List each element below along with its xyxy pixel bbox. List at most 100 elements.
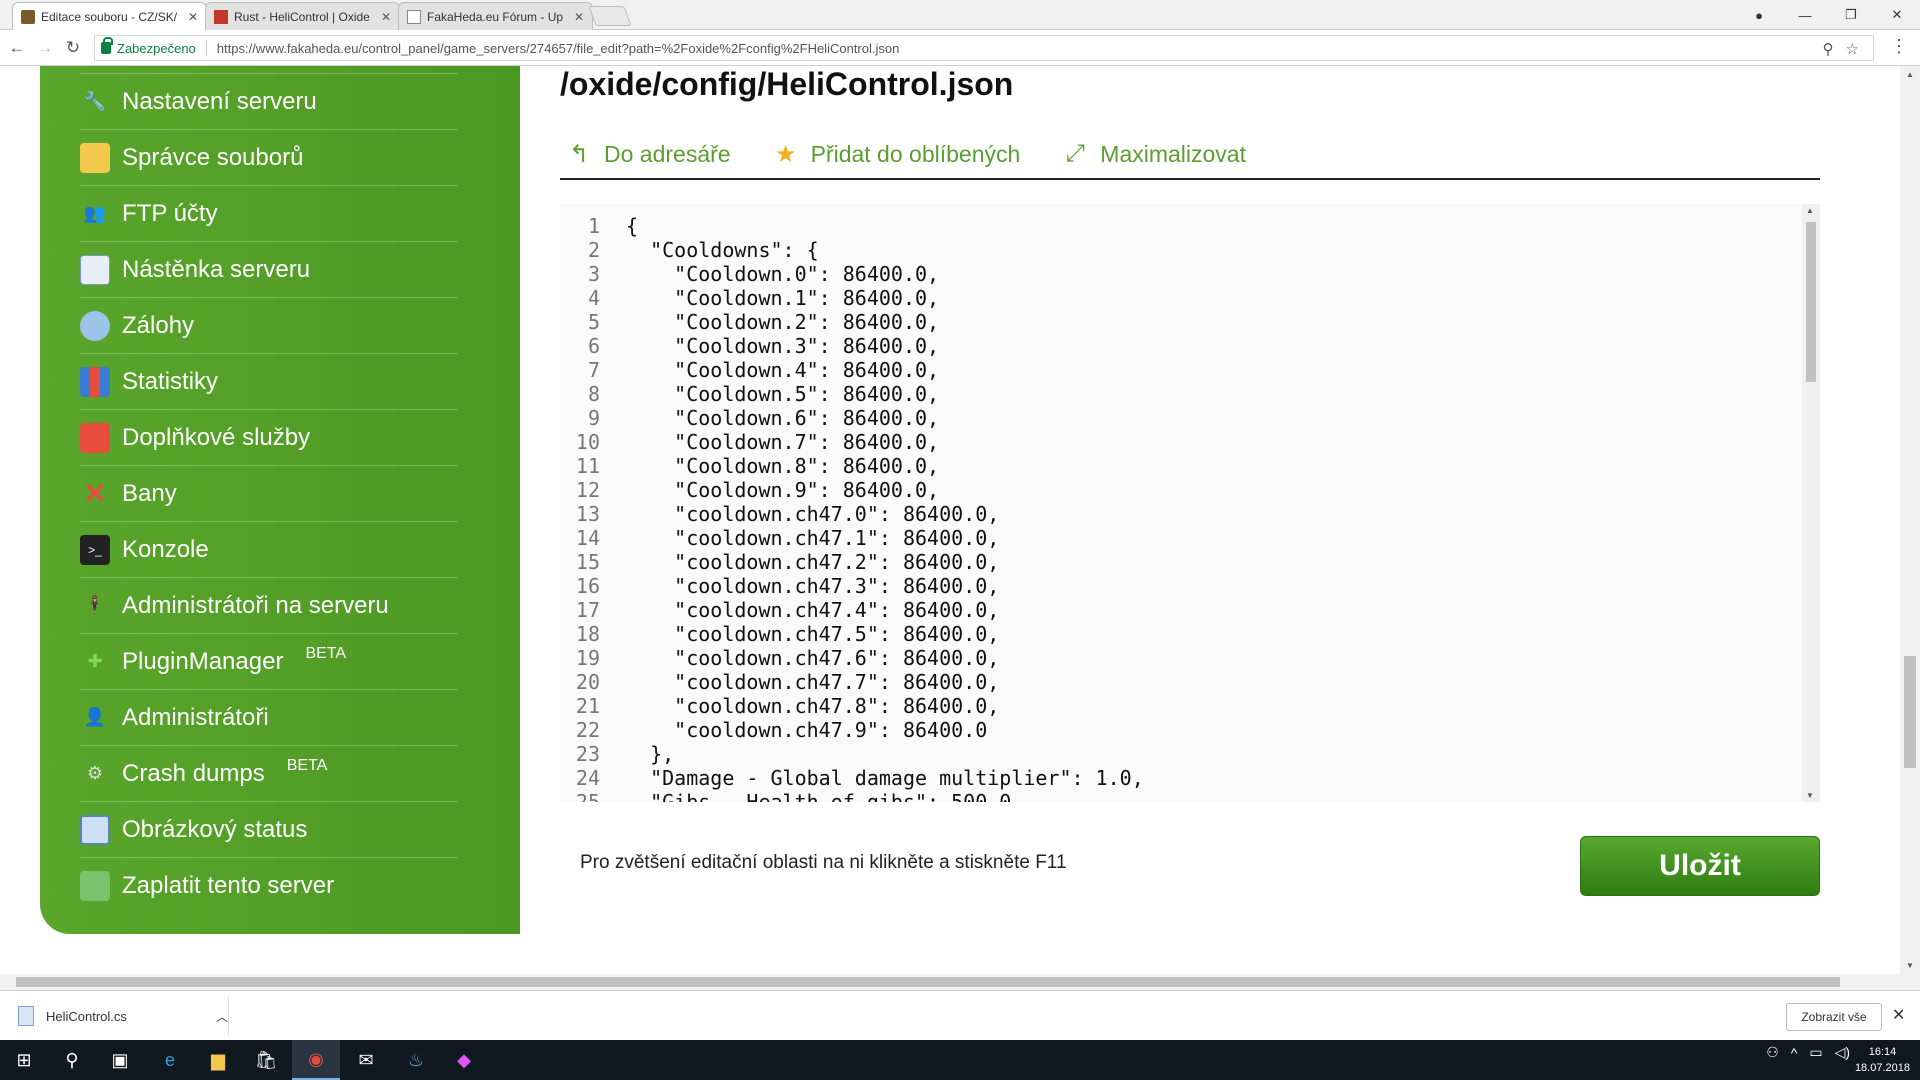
- download-filename: HeliControl.cs: [46, 1008, 127, 1024]
- new-tab-button[interactable]: [588, 6, 632, 26]
- line-number: 17: [575, 598, 600, 622]
- sidebar-menu: 🔧 Nastavení serveru Správce souborů 👥 FT…: [40, 66, 520, 934]
- line-number: 8: [587, 382, 600, 406]
- horizontal-scroll-thumb[interactable]: [16, 977, 1840, 987]
- line-number: 16: [575, 574, 600, 598]
- maximize-editor-button[interactable]: ⤢ Maximalizovat: [1060, 139, 1246, 169]
- chrome-icon[interactable]: ◉: [292, 1040, 340, 1080]
- sidebar-item-nastenka[interactable]: Nástěnka serveru: [80, 242, 458, 298]
- code-text[interactable]: { "Cooldowns": { "Cooldown.0": 86400.0, …: [626, 214, 1144, 802]
- sidebar-item-statistiky[interactable]: Statistiky: [80, 354, 458, 410]
- sidebar-item-doplnkove-sluzby[interactable]: Doplňkové služby: [80, 410, 458, 466]
- x-icon: ✕: [83, 478, 107, 509]
- close-window-button[interactable]: ✕: [1874, 0, 1920, 30]
- sidebar-item-label: PluginManager: [122, 647, 284, 675]
- sidebar-item-administratori[interactable]: 👤 Administrátoři: [80, 690, 458, 746]
- sidebar-item-spravce-souboru[interactable]: Správce souborů: [80, 130, 458, 186]
- admin-icon: 🕴: [83, 595, 107, 615]
- people-icon[interactable]: ⚇: [1766, 1044, 1779, 1061]
- editor-scrollbar[interactable]: ▲ ▼: [1802, 204, 1820, 802]
- start-windows-icon[interactable]: ⊞: [0, 1040, 48, 1080]
- tab-editace[interactable]: Editace souboru - CZ/SK/ ✕: [12, 2, 207, 31]
- sidebar-item-label: Administrátoři: [122, 703, 269, 731]
- bookmark-star-icon[interactable]: ☆: [1846, 40, 1859, 58]
- sidebar-item-administratori-na-serveru[interactable]: 🕴 Administrátoři na serveru: [80, 578, 458, 634]
- chevron-up-icon[interactable]: ^: [1791, 1045, 1798, 1061]
- sidebar-item-label: Správce souborů: [122, 143, 304, 171]
- gift-icon: [80, 422, 110, 453]
- edge-icon[interactable]: e: [146, 1040, 194, 1080]
- scroll-up-icon[interactable]: ▲: [1906, 70, 1914, 79]
- task-view-icon[interactable]: ▣: [96, 1040, 144, 1080]
- sidebar-item-nastaveni[interactable]: 🔧 Nastavení serveru: [80, 74, 458, 130]
- horizontal-scrollbar[interactable]: [0, 974, 1920, 990]
- line-number: 19: [575, 646, 600, 670]
- sidebar-item-konzole[interactable]: >_ Konzole: [80, 522, 458, 578]
- code-editor[interactable]: 1 2 3 4 5 6 7 8 9 10 11 12 13 14 15 16 17 18 19 20 21 22 23 24 2…: [560, 204, 1820, 802]
- sidebar-item-label: Doplňkové služby: [122, 423, 311, 451]
- back-arrow-icon[interactable]: ←: [6, 37, 28, 59]
- line-number: 10: [575, 430, 600, 454]
- mail-icon[interactable]: ✉: [342, 1040, 390, 1080]
- tab-rust[interactable]: Rust - HeliControl | Oxide ✕: [205, 2, 400, 30]
- close-download-bar-icon[interactable]: ✕: [1892, 1005, 1905, 1025]
- line-number: 4: [587, 286, 600, 310]
- editor-toolbar: ↰ Do adresáře ★ Přidat do oblíbených ⤢ M…: [560, 130, 1820, 180]
- download-item[interactable]: HeliControl.cs ︿: [18, 1001, 228, 1031]
- page-scrollbar[interactable]: ▲ ▼: [1900, 66, 1920, 974]
- secure-label: Zabezpečeno: [117, 40, 196, 56]
- left-column: 🔧 Nastavení serveru Správce souborů 👥 FT…: [0, 66, 525, 974]
- url-field[interactable]: Zabezpečeno https://www.fakaheda.eu/cont…: [94, 35, 1874, 61]
- maximize-button[interactable]: ❐: [1828, 0, 1874, 30]
- back-label: Do adresáře: [604, 140, 731, 167]
- sidebar-item-bany[interactable]: ✕ Bany: [80, 466, 458, 522]
- forward-arrow-icon[interactable]: →: [34, 37, 56, 59]
- sidebar-item-zalohy[interactable]: Zálohy: [80, 298, 458, 354]
- sidebar-item-zaplatit[interactable]: Zaplatit tento server: [80, 858, 458, 914]
- profile-icon[interactable]: ●: [1736, 0, 1782, 30]
- tab-forum[interactable]: FakaHeda.eu Fórum - Up ✕: [398, 2, 593, 30]
- volume-icon[interactable]: ◁): [1835, 1044, 1850, 1061]
- store-bag-icon[interactable]: 🛍: [242, 1040, 290, 1080]
- wrench-icon: 🔧: [83, 91, 107, 111]
- beta-badge: BETA: [305, 644, 347, 662]
- sidebar-item-pluginmanager[interactable]: ✚ PluginManager BETA: [80, 634, 458, 690]
- editor-scroll-thumb[interactable]: [1806, 222, 1816, 382]
- maps-pin-icon[interactable]: ◆: [440, 1040, 488, 1080]
- back-to-directory-button[interactable]: ↰ Do adresáře: [564, 139, 731, 169]
- clock[interactable]: 16:14 18.07.2018: [1855, 1044, 1910, 1076]
- scroll-up-icon[interactable]: ▲: [1806, 206, 1814, 215]
- scroll-down-icon[interactable]: ▼: [1906, 961, 1914, 970]
- steam-icon[interactable]: ♨: [392, 1040, 440, 1080]
- show-all-button[interactable]: Zobrazit vše: [1786, 1003, 1882, 1031]
- page-scroll-thumb[interactable]: [1904, 656, 1916, 768]
- chevron-up-icon[interactable]: ︿: [216, 1008, 228, 1025]
- close-tab-icon[interactable]: ✕: [574, 10, 584, 24]
- zoom-icon[interactable]: ⚲: [1823, 40, 1834, 58]
- omnibox-divider: [205, 40, 207, 56]
- sidebar-item-obrazkovy-status[interactable]: Obrázkový status: [80, 802, 458, 858]
- sidebar-item-label: Administrátoři na serveru: [122, 591, 389, 619]
- scroll-down-icon[interactable]: ▼: [1806, 791, 1814, 800]
- add-favorite-button[interactable]: ★ Přidat do oblíbených: [771, 139, 1020, 169]
- save-button[interactable]: Uložit: [1580, 836, 1820, 896]
- line-number: 24: [575, 766, 600, 790]
- expand-icon: ⤢: [1065, 140, 1085, 167]
- sidebar-item-crash-dumps[interactable]: ⚙ Crash dumps BETA: [80, 746, 458, 802]
- line-number: 2: [587, 238, 600, 262]
- browser-menu-icon[interactable]: ⋮: [1890, 36, 1908, 57]
- search-icon[interactable]: ⚲: [48, 1040, 96, 1080]
- explorer-folder-icon[interactable]: ▆: [194, 1040, 242, 1080]
- folder-icon: [80, 142, 110, 173]
- network-icon[interactable]: ▭: [1809, 1044, 1822, 1061]
- tab-title: Editace souboru - CZ/SK/: [41, 10, 178, 24]
- sidebar-item-ftp[interactable]: 👥 FTP účty: [80, 186, 458, 242]
- reload-icon[interactable]: ↻: [62, 37, 84, 59]
- close-tab-icon[interactable]: ✕: [381, 10, 391, 24]
- image-icon: [80, 814, 110, 845]
- close-tab-icon[interactable]: ✕: [188, 10, 198, 24]
- minimize-button[interactable]: —: [1782, 0, 1828, 30]
- sidebar-item-label: Statistiky: [122, 367, 219, 395]
- line-number: 15: [575, 550, 600, 574]
- file-icon: [18, 1006, 34, 1026]
